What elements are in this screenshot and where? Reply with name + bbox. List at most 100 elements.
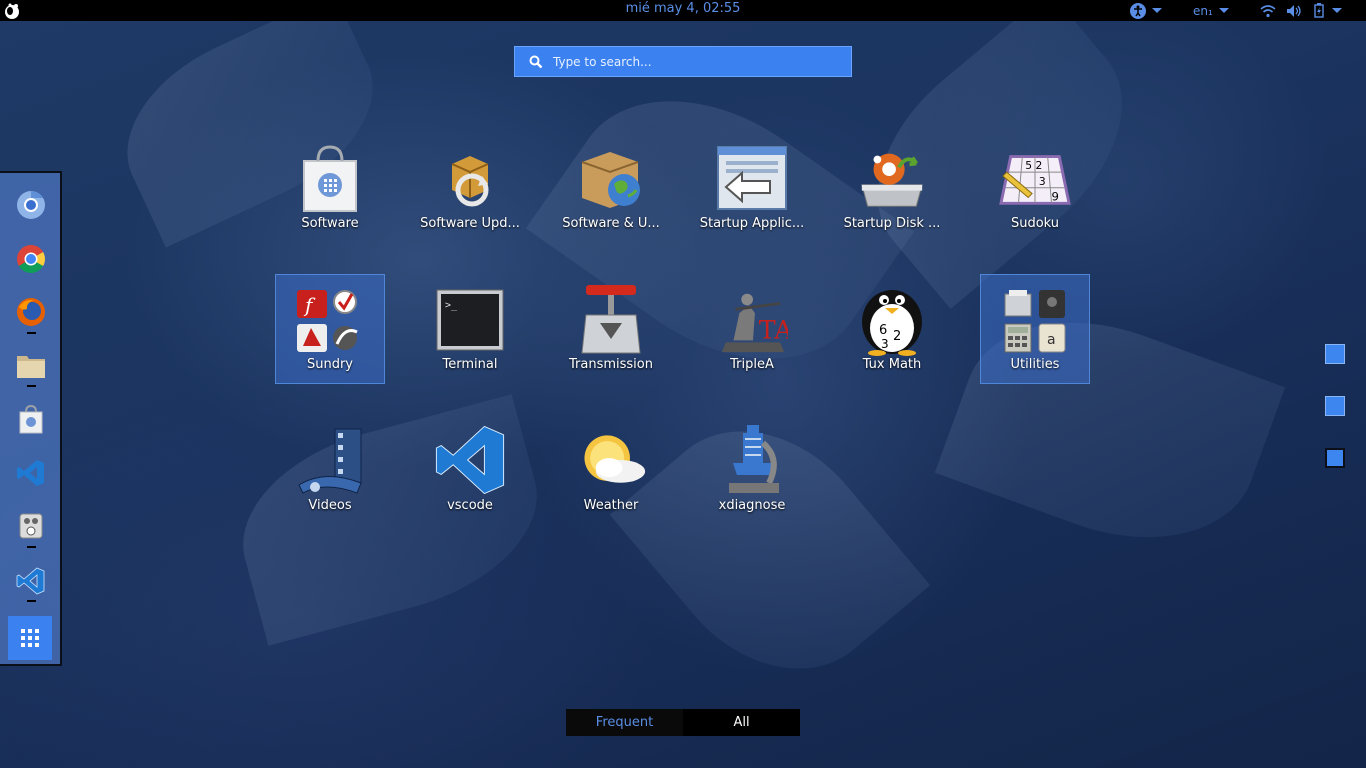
app-sudoku[interactable]: 5 2 3 9 Sudoku [980,142,1090,252]
svg-text:3: 3 [1039,175,1046,188]
app-vscode[interactable]: vscode [415,424,525,534]
software-update-icon [434,142,506,214]
chromium-icon [17,191,45,219]
app-folder-utilities[interactable]: a Utilities [980,274,1090,384]
tab-frequent[interactable]: Frequent [566,709,683,736]
startup-applications-icon [716,142,788,214]
dash-item-chrome[interactable] [12,240,50,278]
app-triplea[interactable]: TA TripleA [697,283,807,393]
app-label: Terminal [442,357,498,372]
tux-math-icon: 6 2 3 [856,283,928,356]
app-tux-math[interactable]: 6 2 3 Tux Math [837,283,947,393]
dash-item-sound-recorder[interactable] [12,507,50,545]
show-apps-button[interactable] [8,616,52,660]
app-label: vscode [447,498,493,513]
activities-icon [5,3,19,19]
workspace-thumbnail-1[interactable] [1325,344,1345,364]
sudoku-icon: 5 2 3 9 [999,142,1071,214]
sound-recorder-icon [19,513,43,539]
app-label: Startup Disk ... [843,216,941,231]
software-sources-icon [575,142,647,214]
weather-icon [575,424,647,496]
search-box[interactable] [514,46,852,77]
triplea-icon: TA [716,283,788,355]
dash-item-software[interactable] [12,400,50,438]
grid-icon [21,629,39,647]
app-label: Transmission [569,357,653,372]
app-view-switcher: Frequent All [566,709,800,736]
clock-label[interactable]: mié may 4, 02:55 [626,1,741,16]
workspace-thumbnail-3[interactable] [1325,448,1345,468]
system-menu[interactable] [1260,0,1342,21]
vscode-icon [434,424,506,496]
app-label: Software Upd... [420,216,520,231]
running-indicator [27,546,36,548]
chevron-down-icon [1218,8,1229,13]
running-indicator [27,385,36,387]
keyboard-layout-menu[interactable]: en₁ [1193,0,1229,21]
transmission-icon [575,283,647,355]
firefox-icon [17,298,45,326]
svg-text:9: 9 [1052,189,1059,203]
search-icon [529,55,543,68]
app-label: Utilities [1010,357,1060,372]
workspace-thumbnail-2[interactable] [1325,396,1345,416]
app-videos[interactable]: Videos [275,424,385,534]
app-startup-applications[interactable]: Startup Applic... [697,142,807,252]
startup-disk-icon [856,142,928,214]
app-label: Sundry [306,357,354,372]
app-label: Startup Applic... [699,216,805,231]
app-software-updater[interactable]: Software Upd... [415,142,525,252]
app-label: Tux Math [862,357,922,372]
app-label: Videos [308,498,352,513]
terminal-icon: >_ [434,283,506,355]
videos-icon [294,424,366,496]
app-label: Software [301,216,359,231]
search-input[interactable] [551,53,835,70]
tab-all[interactable]: All [683,709,800,736]
dash-item-vscode-insiders[interactable] [12,562,50,600]
sundry-folder-icon: f [294,285,366,357]
dash-item-chromium[interactable] [12,186,50,224]
dash-item-files[interactable] [12,347,50,385]
software-bag-icon [19,404,43,434]
wifi-icon [1260,4,1276,17]
svg-text:>_: >_ [445,300,458,311]
app-startup-disk[interactable]: Startup Disk ... [837,142,947,252]
app-label: TripleA [730,357,774,372]
activities-button[interactable] [2,0,22,21]
app-label: Software & U... [562,216,660,231]
accessibility-icon [1130,2,1146,19]
app-transmission[interactable]: Transmission [556,283,666,393]
svg-text:TA: TA [759,315,788,344]
running-indicator [27,600,36,602]
chevron-down-icon [1332,8,1342,13]
svg-text:2: 2 [893,329,901,344]
app-label: Sudoku [1010,216,1060,231]
utilities-folder-icon: a [999,285,1071,357]
chrome-icon [17,245,45,273]
svg-text:3: 3 [881,337,889,351]
app-xdiagnose[interactable]: xdiagnose [697,424,807,534]
running-indicator [27,332,36,334]
dash-item-vscode[interactable] [12,454,50,492]
software-bag-icon [294,142,366,214]
dash [0,171,62,666]
dash-item-firefox[interactable] [12,293,50,331]
vscode-icon [17,460,44,486]
app-label: xdiagnose [718,498,786,513]
accessibility-menu[interactable] [1130,0,1162,21]
app-weather[interactable]: Weather [556,424,666,534]
app-folder-sundry[interactable]: f Sundry [275,274,385,384]
app-terminal[interactable]: >_ Terminal [415,283,525,393]
app-software-sources[interactable]: Software & U... [556,142,666,252]
top-panel: mié may 4, 02:55 en₁ [0,0,1366,21]
volume-icon [1287,4,1301,17]
xdiagnose-icon [716,424,788,496]
app-software[interactable]: Software [275,142,385,252]
chevron-down-icon [1152,8,1162,13]
svg-text:6: 6 [879,323,887,338]
app-label: Weather [583,498,639,513]
battery-icon [1314,3,1324,18]
svg-text:5 2: 5 2 [1025,159,1042,172]
